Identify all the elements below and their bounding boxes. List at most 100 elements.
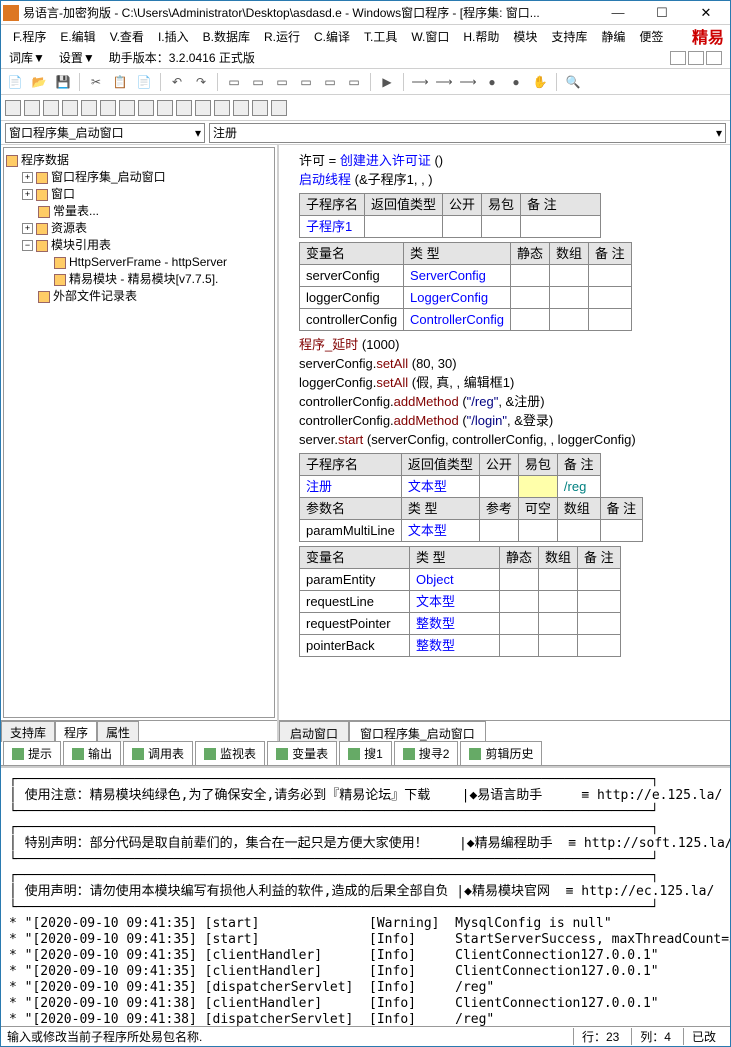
menubar: F.程序 E.编辑 V.查看 I.插入 B.数据库 R.运行 C.编译 T.工具… bbox=[1, 25, 730, 47]
tab-property[interactable]: 属性 bbox=[97, 721, 139, 742]
settings-dropdown[interactable]: 设置▼ bbox=[59, 49, 95, 66]
var-table-1[interactable]: 变量名类 型静态数组备 注 serverConfigServerConfig l… bbox=[299, 242, 632, 331]
menu-window[interactable]: W.窗口 bbox=[405, 26, 455, 47]
tree-node[interactable]: +窗口程序集_启动窗口 bbox=[6, 169, 272, 186]
widget-13[interactable] bbox=[233, 100, 249, 116]
tree-node[interactable]: +窗口 bbox=[6, 186, 272, 203]
run-icon[interactable]: ▶ bbox=[377, 72, 397, 92]
menu-insert[interactable]: I.插入 bbox=[152, 26, 195, 47]
win2-icon[interactable]: ▭ bbox=[248, 72, 268, 92]
tree-node[interactable]: −模块引用表 bbox=[6, 237, 272, 254]
menu-static[interactable]: 静编 bbox=[595, 26, 631, 47]
tab-procset[interactable]: 窗口程序集_启动窗口 bbox=[349, 721, 486, 742]
maximize-button[interactable]: ☐ bbox=[640, 2, 684, 24]
tab-startwin[interactable]: 启动窗口 bbox=[279, 721, 349, 742]
menu-note[interactable]: 便签 bbox=[633, 26, 669, 47]
menu-run[interactable]: R.运行 bbox=[258, 26, 306, 47]
menu-tools[interactable]: T.工具 bbox=[358, 26, 403, 47]
win5-icon[interactable]: ▭ bbox=[320, 72, 340, 92]
menu-lib[interactable]: 支持库 bbox=[545, 26, 593, 47]
pane-clip[interactable]: 剪辑历史 bbox=[460, 741, 542, 765]
copy-icon[interactable]: 📋 bbox=[110, 72, 130, 92]
pane-s2[interactable]: 搜寻2 bbox=[394, 741, 459, 765]
menu-program[interactable]: F.程序 bbox=[7, 26, 52, 47]
editor-tabs: 启动窗口 窗口程序集_启动窗口 bbox=[279, 720, 730, 742]
tree-node[interactable]: HttpServerFrame - httpServer bbox=[6, 254, 272, 271]
save-icon[interactable]: 💾 bbox=[53, 72, 73, 92]
widget-15[interactable] bbox=[271, 100, 287, 116]
sub-table-2[interactable]: 子程序名返回值类型公开易包备 注 注册文本型/reg 参数名类 型参考可空数组备… bbox=[299, 453, 643, 542]
expand-icon[interactable]: + bbox=[22, 172, 33, 183]
file-icon bbox=[36, 189, 48, 201]
widget-7[interactable] bbox=[119, 100, 135, 116]
menu-help[interactable]: H.帮助 bbox=[457, 26, 505, 47]
sub-table-1[interactable]: 子程序名返回值类型公开易包备 注 子程序1 bbox=[299, 193, 601, 238]
expand-icon[interactable]: + bbox=[22, 189, 33, 200]
output-pane[interactable]: ┌───────────────────────────────────────… bbox=[1, 766, 730, 1026]
tree-node[interactable]: +资源表 bbox=[6, 220, 272, 237]
cut-icon[interactable]: ✂ bbox=[86, 72, 106, 92]
redo-icon[interactable]: ↷ bbox=[191, 72, 211, 92]
min-pane-button[interactable] bbox=[670, 51, 686, 65]
widget-3[interactable] bbox=[43, 100, 59, 116]
close-pane-button[interactable] bbox=[706, 51, 722, 65]
widget-5[interactable] bbox=[81, 100, 97, 116]
pane-output[interactable]: 输出 bbox=[63, 741, 121, 765]
widget-2[interactable] bbox=[24, 100, 40, 116]
dict-dropdown[interactable]: 词库▼ bbox=[9, 49, 45, 66]
open-icon[interactable]: 📂 bbox=[29, 72, 49, 92]
widget-9[interactable] bbox=[157, 100, 173, 116]
menu-edit[interactable]: E.编辑 bbox=[54, 26, 101, 47]
win4-icon[interactable]: ▭ bbox=[296, 72, 316, 92]
widget-12[interactable] bbox=[214, 100, 230, 116]
pane-tip[interactable]: 提示 bbox=[3, 741, 61, 765]
win6-icon[interactable]: ▭ bbox=[344, 72, 364, 92]
file-icon bbox=[38, 291, 50, 303]
tab-support[interactable]: 支持库 bbox=[1, 721, 55, 742]
menu-db[interactable]: B.数据库 bbox=[197, 26, 256, 47]
menu-view[interactable]: V.查看 bbox=[104, 26, 150, 47]
widget-6[interactable] bbox=[100, 100, 116, 116]
project-tree[interactable]: 程序数据 +窗口程序集_启动窗口 +窗口 常量表... +资源表 −模块引用表 … bbox=[3, 147, 275, 718]
pane-watch[interactable]: 监视表 bbox=[195, 741, 265, 765]
tree-root[interactable]: 程序数据 bbox=[6, 152, 272, 169]
paste-icon[interactable]: 📄 bbox=[134, 72, 154, 92]
pane-var[interactable]: 变量表 bbox=[267, 741, 337, 765]
tree-node[interactable]: 精易模块 - 精易模块[v7.7.5]. bbox=[6, 271, 272, 288]
step-icon[interactable]: ⟶ bbox=[410, 72, 430, 92]
procset-combo[interactable]: 窗口程序集_启动窗口▾ bbox=[5, 123, 205, 143]
widget-8[interactable] bbox=[138, 100, 154, 116]
var-table-2[interactable]: 变量名类 型静态数组备 注 paramEntityObject requestL… bbox=[299, 546, 621, 657]
widget-4[interactable] bbox=[62, 100, 78, 116]
pane-s1[interactable]: 搜1 bbox=[339, 741, 392, 765]
win-icon[interactable]: ▭ bbox=[224, 72, 244, 92]
titlebar: 易语言-加密狗版 - C:\Users\Administrator\Deskto… bbox=[1, 1, 730, 25]
proc-combo[interactable]: 注册▾ bbox=[209, 123, 726, 143]
widget-14[interactable] bbox=[252, 100, 268, 116]
hand-icon[interactable]: ✋ bbox=[530, 72, 550, 92]
restore-pane-button[interactable] bbox=[688, 51, 704, 65]
widget-1[interactable] bbox=[5, 100, 21, 116]
stepin-icon[interactable]: ⟶ bbox=[434, 72, 454, 92]
new-icon[interactable]: 📄 bbox=[5, 72, 25, 92]
pane-call[interactable]: 调用表 bbox=[123, 741, 193, 765]
menu-compile[interactable]: C.编译 bbox=[308, 26, 356, 47]
break2-icon[interactable]: ● bbox=[506, 72, 526, 92]
tree-node[interactable]: 外部文件记录表 bbox=[6, 288, 272, 305]
toolbar-main: 📄 📂 💾 ✂ 📋 📄 ↶ ↷ ▭ ▭ ▭ ▭ ▭ ▭ ▶ ⟶ ⟶ ⟶ ● ● … bbox=[1, 69, 730, 95]
widget-11[interactable] bbox=[195, 100, 211, 116]
find-icon[interactable]: 🔍 bbox=[563, 72, 583, 92]
close-button[interactable]: ✕ bbox=[684, 2, 728, 24]
expand-icon[interactable]: + bbox=[22, 223, 33, 234]
tree-node[interactable]: 常量表... bbox=[6, 203, 272, 220]
collapse-icon[interactable]: − bbox=[22, 240, 33, 251]
menu-module[interactable]: 模块 bbox=[507, 26, 543, 47]
minimize-button[interactable]: — bbox=[596, 2, 640, 24]
win3-icon[interactable]: ▭ bbox=[272, 72, 292, 92]
widget-10[interactable] bbox=[176, 100, 192, 116]
code-area[interactable]: 许可 = 创建进入许可证 () 启动线程 (&子程序1, , ) 子程序名返回值… bbox=[279, 145, 730, 720]
undo-icon[interactable]: ↶ bbox=[167, 72, 187, 92]
tab-program[interactable]: 程序 bbox=[55, 721, 97, 742]
break-icon[interactable]: ● bbox=[482, 72, 502, 92]
stepout-icon[interactable]: ⟶ bbox=[458, 72, 478, 92]
